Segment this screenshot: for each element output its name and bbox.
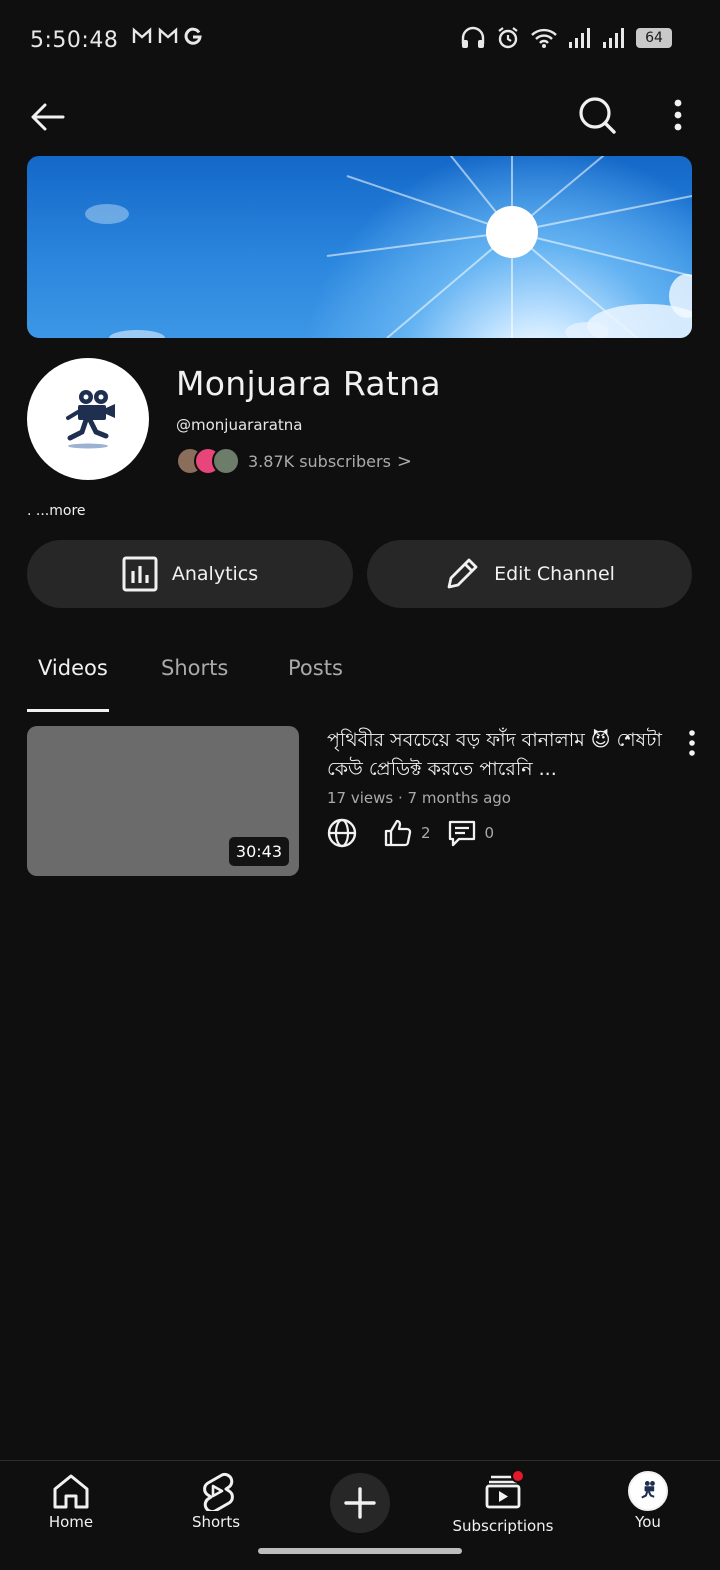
video-thumbnail[interactable]: 30:43 bbox=[27, 726, 299, 876]
you-avatar bbox=[628, 1471, 668, 1511]
alarm-icon bbox=[498, 27, 518, 49]
pencil-icon bbox=[447, 558, 478, 589]
notification-dot bbox=[511, 1469, 525, 1483]
edit-channel-label: Edit Channel bbox=[494, 563, 615, 585]
gmail-icon bbox=[132, 26, 152, 50]
nav-subscriptions[interactable]: Subscriptions bbox=[448, 1469, 558, 1535]
signal-icon bbox=[603, 28, 624, 48]
channel-handle: @monjuararatna bbox=[176, 416, 303, 434]
gmail-icon bbox=[158, 26, 178, 50]
nav-subscriptions-label: Subscriptions bbox=[452, 1517, 554, 1535]
video-title[interactable]: পৃথিবীর সবচেয়ে বড় ফাঁদ বানালাম 😈 শেষটা… bbox=[327, 726, 667, 784]
subscriber-avatars bbox=[176, 447, 240, 475]
shorts-icon bbox=[203, 1472, 234, 1511]
comment-count: 0 bbox=[484, 824, 495, 842]
tab-shorts[interactable]: Shorts bbox=[161, 656, 228, 680]
tab-videos[interactable]: Videos bbox=[38, 656, 108, 680]
google-icon bbox=[184, 26, 202, 50]
edit-channel-button[interactable]: Edit Channel bbox=[367, 540, 692, 608]
chevron-right-icon: > bbox=[396, 450, 412, 472]
comment-icon bbox=[448, 820, 475, 847]
description-more-link[interactable]: . ...more bbox=[27, 503, 86, 519]
nav-shorts-label: Shorts bbox=[191, 1513, 241, 1531]
search-icon bbox=[579, 97, 616, 134]
nav-shorts[interactable]: Shorts bbox=[161, 1471, 271, 1531]
tab-posts[interactable]: Posts bbox=[288, 656, 343, 680]
home-icon bbox=[53, 1474, 89, 1509]
more-options-button[interactable] bbox=[660, 92, 696, 138]
arrow-left-icon bbox=[31, 103, 65, 131]
sun-rays-graphic bbox=[85, 156, 692, 338]
nav-you-label: You bbox=[635, 1513, 661, 1531]
nav-home[interactable]: Home bbox=[16, 1471, 126, 1531]
video-list-item[interactable]: 30:43 পৃথিবীর সবচেয়ে বড় ফাঁদ বানালাম 😈… bbox=[0, 726, 720, 878]
plus-icon bbox=[344, 1487, 376, 1519]
video-stats: 2 0 bbox=[327, 818, 502, 848]
nav-home-label: Home bbox=[48, 1513, 94, 1531]
top-app-bar bbox=[0, 86, 720, 146]
signal-icon bbox=[569, 28, 590, 48]
channel-avatar[interactable] bbox=[27, 358, 149, 480]
movie-camera-runner-icon bbox=[66, 390, 115, 449]
more-vertical-icon bbox=[689, 730, 695, 756]
subscriber-count: 3.87K subscribers bbox=[248, 451, 391, 471]
subscribers-row[interactable]: 3.87K subscribers > bbox=[176, 446, 412, 476]
video-more-button[interactable] bbox=[680, 728, 704, 758]
video-meta: 17 views · 7 months ago bbox=[327, 789, 511, 807]
like-count: 2 bbox=[421, 824, 431, 842]
nav-you[interactable]: You bbox=[593, 1471, 703, 1531]
channel-banner[interactable] bbox=[27, 156, 692, 338]
search-button[interactable] bbox=[574, 92, 620, 138]
battery-indicator: 64 bbox=[636, 28, 672, 48]
video-duration: 30:43 bbox=[228, 837, 289, 866]
globe-icon bbox=[327, 818, 357, 848]
thumbs-up-icon bbox=[384, 819, 412, 847]
gesture-home-indicator[interactable] bbox=[258, 1548, 462, 1554]
status-bar: 5:50:48 64 bbox=[0, 0, 720, 80]
analytics-label: Analytics bbox=[171, 563, 259, 585]
more-vertical-icon bbox=[674, 99, 682, 131]
channel-tabs: Videos Shorts Posts bbox=[0, 636, 720, 714]
wifi-icon bbox=[531, 28, 557, 48]
channel-name: Monjuara Ratna bbox=[176, 364, 441, 403]
back-button[interactable] bbox=[24, 94, 70, 140]
active-tab-indicator bbox=[27, 709, 109, 712]
status-right-icons: 64 bbox=[460, 26, 672, 50]
status-left-icons bbox=[132, 26, 202, 50]
status-time: 5:50:48 bbox=[30, 28, 119, 53]
analytics-icon bbox=[122, 556, 158, 592]
analytics-button[interactable]: Analytics bbox=[27, 540, 353, 608]
subscriber-avatar bbox=[212, 447, 240, 475]
create-button[interactable] bbox=[330, 1473, 390, 1533]
headphones-icon bbox=[461, 26, 485, 48]
movie-camera-runner-icon bbox=[641, 1481, 655, 1499]
